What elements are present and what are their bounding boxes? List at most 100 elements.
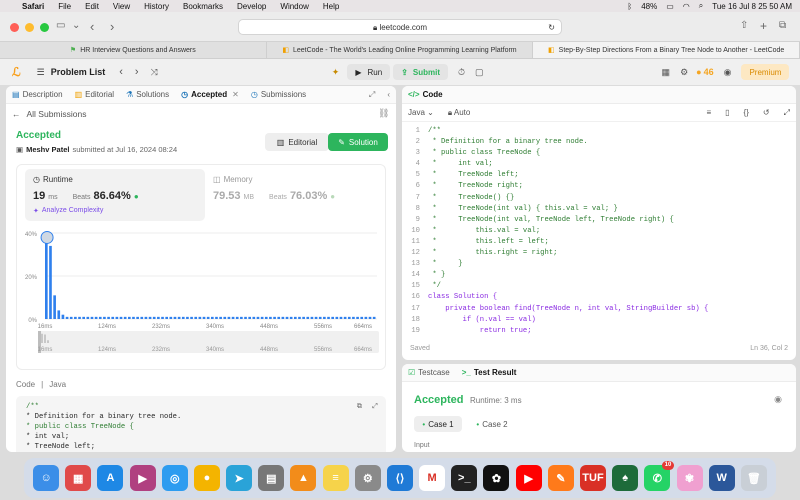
chart-bar[interactable] <box>140 316 144 319</box>
tab-solutions[interactable]: ⚗ Solutions <box>126 90 169 99</box>
chart-bar[interactable] <box>123 316 127 319</box>
whatsapp-icon[interactable]: ✆ 10 <box>644 461 675 491</box>
search-icon[interactable]: ⌕ <box>699 1 703 11</box>
chart-bar[interactable] <box>152 316 156 319</box>
chart-bar[interactable] <box>256 316 260 319</box>
tab-submissions[interactable]: ◷ Submissions <box>251 90 306 99</box>
chart-bar[interactable] <box>360 316 364 319</box>
menu-file[interactable]: File <box>58 2 71 11</box>
chart-bar[interactable] <box>331 316 334 319</box>
chart-bar[interactable] <box>61 314 65 319</box>
chart-bar[interactable] <box>119 316 123 319</box>
telegram-icon[interactable]: ➤ <box>226 465 253 491</box>
chart-bar[interactable] <box>69 316 73 319</box>
problem-list-link[interactable]: Problem List <box>51 67 106 77</box>
chart-bar[interactable] <box>186 316 189 319</box>
chart-bar[interactable] <box>103 316 106 319</box>
tab-editorial[interactable]: ▥ Editorial <box>75 90 114 99</box>
code-line[interactable]: 9 * TreeNode(int val, TreeNode left, Tre… <box>402 215 796 226</box>
tab-accepted[interactable]: ◷ Accepted ✕ <box>181 90 239 99</box>
code-line[interactable]: 5 * TreeNode left; <box>402 170 796 181</box>
runtime-box[interactable]: ◷ Runtime 19 ms Beats 86.64% ● ✦ Analyze C… <box>25 169 205 221</box>
chart-bar[interactable] <box>215 316 218 319</box>
tab-overview-icon[interactable]: ⧉ <box>779 20 786 31</box>
chart-bar[interactable] <box>161 316 164 319</box>
menu-window[interactable]: Window <box>280 2 308 11</box>
chart-bar[interactable] <box>289 316 293 319</box>
forward-icon[interactable]: › <box>110 19 114 34</box>
chart-bar[interactable] <box>364 316 368 319</box>
avatar[interactable]: ◉ <box>724 67 732 78</box>
chart-bar[interactable] <box>252 316 256 319</box>
chart-bar[interactable] <box>352 316 355 319</box>
next-problem-icon[interactable]: › <box>135 66 139 78</box>
code-line[interactable]: 16 class Solution { <box>402 292 796 303</box>
chart-bar[interactable] <box>298 316 301 319</box>
chart-bar[interactable] <box>111 316 115 319</box>
app-store-icon[interactable]: A <box>97 465 124 491</box>
code-line[interactable]: 6 * TreeNode right; <box>402 181 796 192</box>
chart-bar[interactable] <box>82 316 85 319</box>
sidebar-toggle-icon[interactable]: ▭ <box>56 20 65 31</box>
chart-bar[interactable] <box>107 316 110 319</box>
settings-icon[interactable]: ⚙ <box>680 67 688 78</box>
chart-bar[interactable] <box>314 316 318 319</box>
safari-icon[interactable]: ◎ <box>161 465 188 491</box>
premium-button[interactable]: Premium <box>741 64 790 80</box>
new-tab-icon[interactable]: + <box>760 19 767 33</box>
tab-testcase[interactable]: ☑ Testcase <box>408 368 450 377</box>
chart-bar[interactable] <box>202 316 206 319</box>
battery-icon[interactable]: ▭ <box>666 2 674 11</box>
mongodb-icon[interactable]: ♠ <box>612 465 639 491</box>
chart-bar[interactable] <box>356 316 359 319</box>
memory-box[interactable]: ◫ Memory 79.53 MB Beats 76.03% ● <box>213 175 373 215</box>
code-line[interactable]: 14 * } <box>402 270 796 281</box>
chart-bar[interactable] <box>198 316 202 319</box>
chart-bar[interactable] <box>45 239 48 319</box>
chart-bar[interactable] <box>98 316 102 319</box>
chart-bar[interactable] <box>240 316 243 319</box>
photos-icon[interactable]: ✾ <box>676 465 703 491</box>
prev-problem-icon[interactable]: ‹ <box>119 66 123 78</box>
chart-bar[interactable] <box>49 245 52 319</box>
chart-bar[interactable] <box>181 316 185 319</box>
bookmark-icon[interactable]: ▯ <box>725 108 729 117</box>
debug-icon[interactable]: ✦ <box>332 67 340 78</box>
chart-bar[interactable] <box>231 316 235 319</box>
chart-bar[interactable] <box>194 316 198 319</box>
chrome-icon[interactable]: ● <box>193 465 220 491</box>
chart-bar[interactable] <box>318 316 322 319</box>
chart-bar[interactable] <box>190 316 193 319</box>
eye-icon[interactable]: ◉ <box>774 394 782 405</box>
chart-bar[interactable] <box>285 316 289 319</box>
chart-bar[interactable] <box>94 316 98 319</box>
chart-bar[interactable] <box>372 316 376 319</box>
chart-bar[interactable] <box>86 316 90 319</box>
user-name[interactable]: Meshv Patel <box>26 145 69 154</box>
code-line[interactable]: 3 * public class TreeNode { <box>402 148 796 159</box>
pencil-app-icon[interactable]: ✎ <box>547 465 574 491</box>
auto-mode[interactable]: 🔒︎ Auto <box>448 108 471 118</box>
trash-icon[interactable]: 🗑 <box>740 465 767 491</box>
terminal-icon[interactable]: >_ <box>451 465 478 491</box>
chart-bar[interactable] <box>343 316 347 319</box>
chart-bar[interactable] <box>219 316 222 319</box>
shuffle-icon[interactable]: ⤨ <box>151 67 158 78</box>
close-window-button[interactable] <box>10 23 19 32</box>
minimize-window-button[interactable] <box>25 23 34 32</box>
runtime-distribution-chart[interactable]: 40%20%0%16ms 124ms 232ms 340ms 448ms 556ms 664… <box>17 227 387 367</box>
vscode-icon[interactable]: ⟨⟩ <box>386 465 413 491</box>
browser-tab-current-problem[interactable]: ◧ Step-By-Step Directions From a Binary … <box>533 42 800 58</box>
code-line[interactable]: 18 if (n.val == val) <box>402 315 796 326</box>
chart-bar[interactable] <box>206 316 210 319</box>
solution-button[interactable]: ✎ Solution <box>328 133 388 151</box>
system-settings-icon[interactable]: ⚙ <box>354 465 381 491</box>
chart-bar[interactable] <box>144 316 148 319</box>
chart-bar[interactable] <box>65 316 69 319</box>
bluetooth-icon[interactable]: ᛒ <box>627 2 632 11</box>
chart-bar[interactable] <box>323 316 326 319</box>
chart-bar[interactable] <box>157 316 160 319</box>
chart-bar[interactable] <box>294 316 297 319</box>
chart-bar[interactable] <box>78 316 81 319</box>
chart-bar[interactable] <box>169 316 173 319</box>
